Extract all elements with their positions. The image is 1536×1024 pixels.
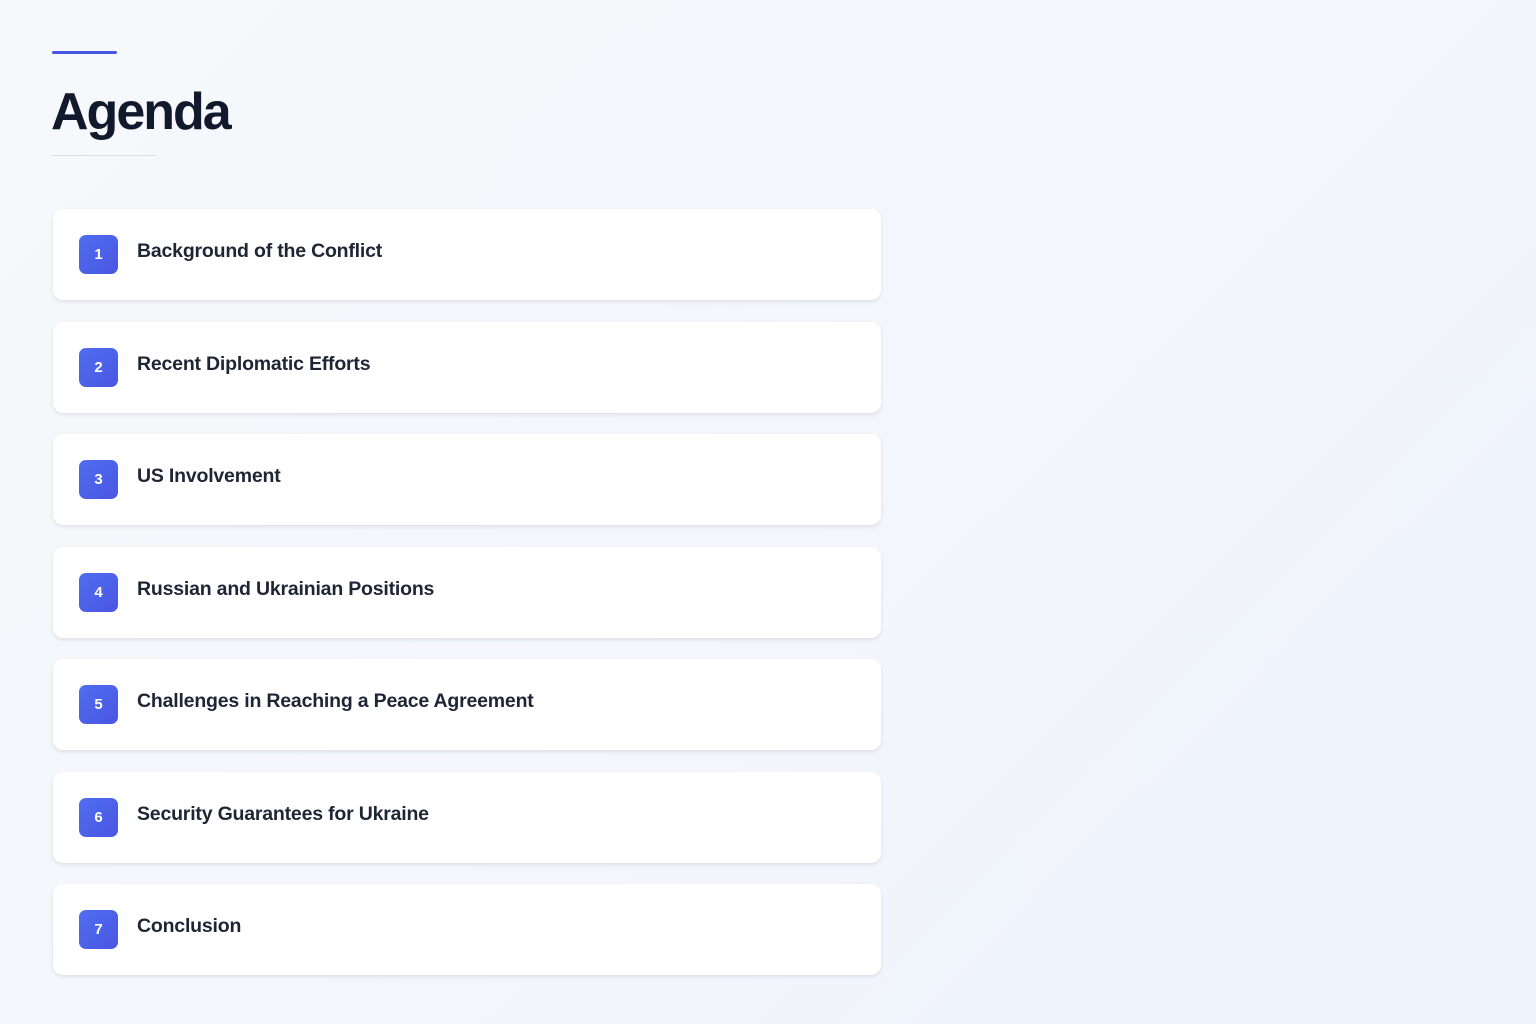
title-accent-bar: [52, 51, 117, 54]
agenda-item-7: 7 Conclusion: [53, 884, 881, 975]
agenda-item-3: 3 US Involvement: [53, 434, 881, 525]
agenda-item-label: Challenges in Reaching a Peace Agreement: [137, 690, 534, 712]
agenda-number-badge: 3: [79, 460, 118, 499]
agenda-item-label: Security Guarantees for Ukraine: [137, 802, 429, 825]
agenda-item-4: 4 Russian and Ukrainian Positions: [53, 546, 881, 638]
agenda-number-badge: 1: [79, 235, 118, 274]
agenda-item-2: 2 Recent Diplomatic Efforts: [53, 321, 881, 413]
agenda-item-6: 6 Security Guarantees for Ukraine: [53, 771, 881, 863]
agenda-item-label: US Involvement: [137, 465, 281, 487]
agenda-number-badge: 6: [79, 797, 118, 837]
title-divider: [52, 155, 156, 156]
agenda-item-label: Recent Diplomatic Efforts: [137, 352, 371, 375]
agenda-item-5: 5 Challenges in Reaching a Peace Agreeme…: [53, 659, 881, 750]
agenda-list: 1 Background of the Conflict 2 Recent Di…: [53, 209, 881, 997]
agenda-item-label: Conclusion: [137, 915, 242, 937]
agenda-number-badge: 2: [79, 347, 118, 387]
agenda-number-badge: 4: [79, 572, 118, 612]
agenda-item-label: Russian and Ukrainian Positions: [137, 577, 435, 600]
agenda-item-1: 1 Background of the Conflict: [53, 209, 881, 300]
agenda-item-label: Background of the Conflict: [137, 240, 383, 262]
page-title: Agenda: [51, 83, 232, 141]
agenda-number-badge: 7: [79, 910, 118, 949]
agenda-number-badge: 5: [79, 685, 118, 724]
